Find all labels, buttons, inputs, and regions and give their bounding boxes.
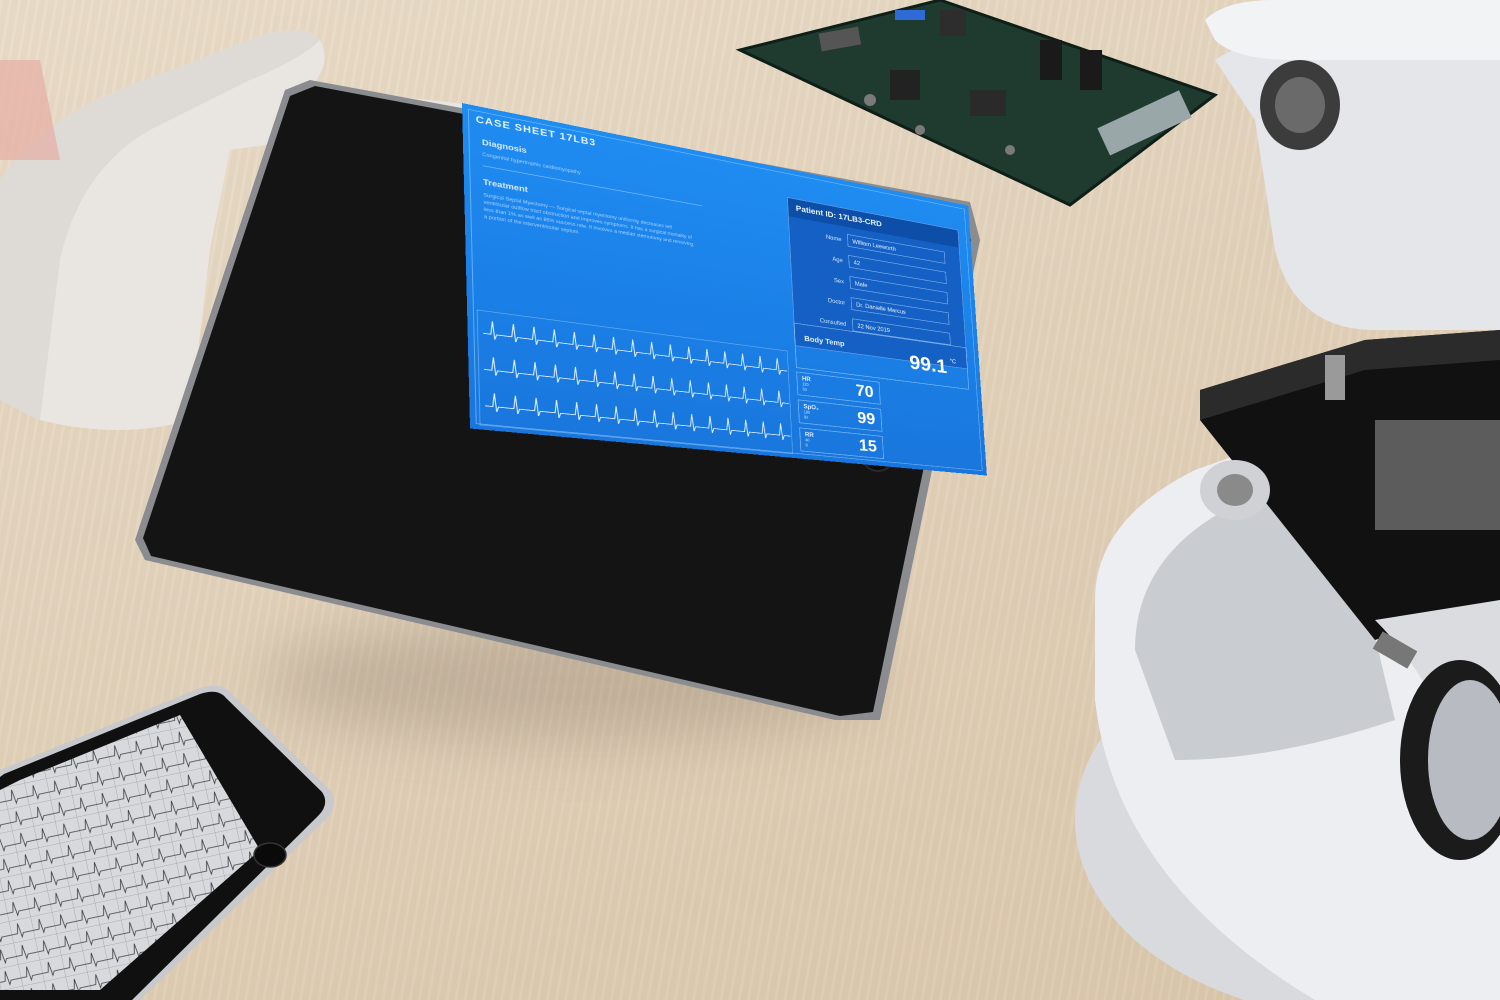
photo-scene: CASE SHEET 17LB3 Diagnosis Congenital hy… bbox=[0, 0, 1500, 1000]
vital-low: 50 bbox=[802, 387, 807, 393]
body-temp-label: Body Temp bbox=[804, 334, 845, 349]
ecg-trace-3 bbox=[485, 393, 791, 441]
phone-home-button-icon[interactable] bbox=[253, 842, 287, 868]
field-label: Name bbox=[825, 233, 842, 243]
vital-high: 40 bbox=[805, 438, 810, 444]
vital-name: RR bbox=[804, 430, 814, 439]
smartphone bbox=[0, 680, 350, 1000]
tablet: CASE SHEET 17LB3 Diagnosis Congenital hy… bbox=[135, 80, 987, 720]
field-label: Age bbox=[832, 255, 843, 264]
body-temp-value: 99.1 bbox=[908, 350, 948, 378]
body-temp-unit: °C bbox=[949, 357, 957, 365]
microscope bbox=[1075, 0, 1500, 1000]
field-label: Sex bbox=[833, 276, 845, 285]
vital-value: 15 bbox=[858, 435, 878, 456]
vital-value: 70 bbox=[855, 381, 875, 402]
vital-low: 8 bbox=[805, 443, 808, 449]
vital-low: 92 bbox=[803, 415, 809, 421]
vital-value: 99 bbox=[856, 408, 876, 429]
ecg-trace-2 bbox=[484, 356, 789, 408]
field-label: Doctor bbox=[827, 297, 846, 307]
